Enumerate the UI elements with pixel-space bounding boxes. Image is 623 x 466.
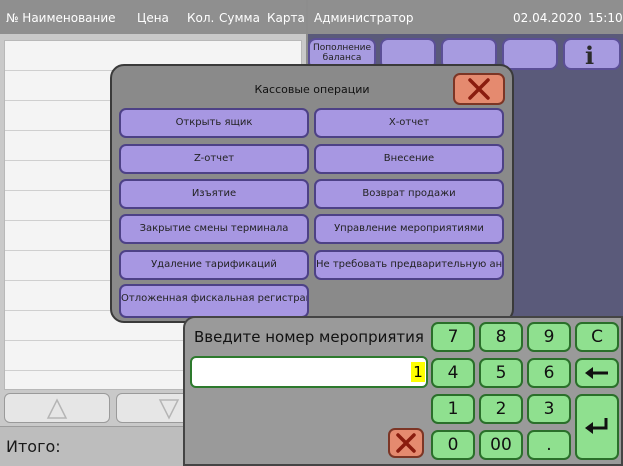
key-5[interactable]: 5 xyxy=(479,358,523,388)
column-name: № Наименование xyxy=(6,11,116,25)
enter-icon xyxy=(585,418,608,434)
key-clear[interactable]: C xyxy=(575,322,619,352)
time-display: 15:10 xyxy=(588,11,623,25)
user-name: Администратор xyxy=(314,11,414,25)
cash-in-button[interactable]: Внесение xyxy=(314,144,504,174)
column-price: Цена xyxy=(137,11,169,25)
key-6[interactable]: 6 xyxy=(527,358,571,388)
scroll-up-button[interactable] xyxy=(4,393,110,423)
key-00[interactable]: 00 xyxy=(479,430,523,460)
key-3[interactable]: 3 xyxy=(527,394,571,424)
key-enter[interactable] xyxy=(575,394,619,460)
keypad-prompt: Введите номер мероприятия xyxy=(194,328,424,346)
top-up-balance-label: Пополнение баланса xyxy=(312,43,372,63)
delete-tariffs-button[interactable]: Удаление тарификаций xyxy=(119,250,309,280)
arrow-up-icon xyxy=(46,398,68,419)
skip-questionnaire-button[interactable]: Не требовать предварительную анкету xyxy=(314,250,504,280)
keypad-dialog: Введите номер мероприятия 1 7 8 9 C 4 5 … xyxy=(183,316,623,466)
key-2[interactable]: 2 xyxy=(479,394,523,424)
arrow-down-icon xyxy=(158,399,180,420)
key-7[interactable]: 7 xyxy=(431,322,475,352)
cash-out-button[interactable]: Изъятие xyxy=(119,179,309,209)
dialog-close-button[interactable] xyxy=(453,73,505,105)
info-button[interactable]: i xyxy=(563,38,621,70)
key-9[interactable]: 9 xyxy=(527,322,571,352)
z-report-button[interactable]: Z-отчет xyxy=(119,144,309,174)
info-icon: i xyxy=(585,41,595,70)
column-qty: Кол. xyxy=(187,11,215,25)
key-backspace[interactable] xyxy=(575,358,619,388)
deferred-fiscal-registration-button[interactable]: Отложенная фискальная регистрация xyxy=(119,284,309,318)
key-4[interactable]: 4 xyxy=(431,358,475,388)
close-terminal-shift-button[interactable]: Закрытие смены терминала xyxy=(119,214,309,244)
close-icon xyxy=(396,433,416,453)
manage-events-button[interactable]: Управление мероприятиями xyxy=(314,214,504,244)
column-card: Карта xyxy=(267,11,305,25)
event-number-input[interactable]: 1 xyxy=(190,356,428,388)
key-1[interactable]: 1 xyxy=(431,394,475,424)
key-decimal[interactable]: . xyxy=(527,430,571,460)
key-0[interactable]: 0 xyxy=(431,430,475,460)
key-8[interactable]: 8 xyxy=(479,322,523,352)
sale-return-button[interactable]: Возврат продажи xyxy=(314,179,504,209)
backspace-arrow-icon xyxy=(585,367,608,379)
receipt-header: № Наименование Цена Кол. Сумма Карта xyxy=(0,0,306,34)
x-report-button[interactable]: Х-отчет xyxy=(314,108,504,138)
total-label: Итого: xyxy=(6,437,61,456)
open-drawer-button[interactable]: Открыть ящик xyxy=(119,108,309,138)
cash-operations-dialog: Кассовые операции Открыть ящик Х-отчет Z… xyxy=(110,64,514,323)
keypad-cancel-button[interactable] xyxy=(388,428,424,458)
close-icon xyxy=(468,78,490,100)
dialog-title: Кассовые операции xyxy=(254,83,370,96)
column-sum: Сумма xyxy=(219,11,260,25)
app-header: Администратор 02.04.2020 15:10 xyxy=(308,0,623,34)
toolbar-button-4[interactable] xyxy=(502,38,558,70)
date-display: 02.04.2020 xyxy=(513,11,582,25)
input-value: 1 xyxy=(411,362,425,382)
